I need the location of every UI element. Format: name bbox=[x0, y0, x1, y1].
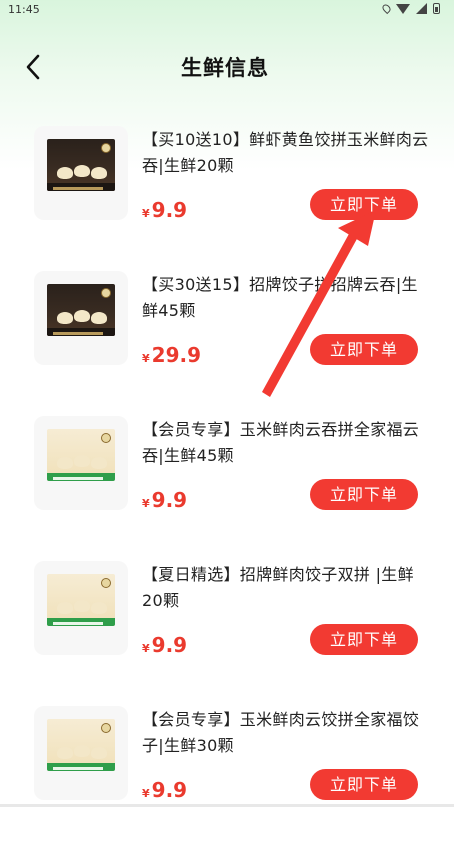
dumpling-shape bbox=[74, 310, 90, 322]
product-item[interactable]: 【会员专享】玉米鲜肉云吞拼全家福云吞|生鲜45颗 ¥9.9 立即下单 bbox=[0, 408, 454, 553]
dumpling-shape bbox=[91, 747, 107, 759]
brand-logo-icon bbox=[101, 433, 111, 443]
battery-icon bbox=[433, 3, 440, 14]
currency-symbol: ¥ bbox=[142, 352, 150, 365]
wifi-icon bbox=[396, 3, 410, 14]
order-now-button[interactable]: 立即下单 bbox=[310, 624, 418, 655]
product-name[interactable]: 【夏日精选】招牌鲜肉饺子双拼 |生鲜20颗 bbox=[142, 562, 432, 614]
price-value: 9.9 bbox=[151, 488, 188, 512]
image-caption-bar bbox=[53, 622, 103, 625]
brand-logo-icon bbox=[101, 723, 111, 733]
product-image-card[interactable] bbox=[34, 706, 128, 800]
page-title: 生鲜信息 bbox=[181, 56, 269, 80]
dumpling-shape bbox=[74, 165, 90, 177]
product-image-card[interactable] bbox=[34, 561, 128, 655]
product-image-card[interactable] bbox=[34, 271, 128, 365]
dumpling-shape bbox=[57, 747, 73, 759]
image-caption-bar bbox=[53, 332, 103, 335]
dumpling-shape bbox=[57, 167, 73, 179]
currency-symbol: ¥ bbox=[142, 642, 150, 655]
status-icons bbox=[380, 2, 440, 15]
product-image bbox=[47, 139, 115, 191]
product-price: ¥9.9 bbox=[142, 198, 187, 222]
dumpling-shape bbox=[91, 167, 107, 179]
page-header: 生鲜信息 bbox=[0, 40, 454, 94]
brand-logo-icon bbox=[101, 143, 111, 153]
order-now-button[interactable]: 立即下单 bbox=[310, 334, 418, 365]
product-name[interactable]: 【买10送10】鲜虾黄鱼饺拼玉米鲜肉云吞|生鲜20颗 bbox=[142, 127, 432, 179]
product-name[interactable]: 【会员专享】玉米鲜肉云吞拼全家福云吞|生鲜45颗 bbox=[142, 417, 432, 469]
product-price: ¥9.9 bbox=[142, 633, 187, 657]
price-value: 9.9 bbox=[151, 198, 188, 222]
dumpling-shape bbox=[91, 602, 107, 614]
product-item[interactable]: 【会员专享】玉米鲜肉云饺拼全家福饺子|生鲜30颗 ¥9.9 立即下单 bbox=[0, 698, 454, 843]
image-caption-bar bbox=[53, 187, 103, 190]
product-image-card[interactable] bbox=[34, 416, 128, 510]
currency-symbol: ¥ bbox=[142, 497, 150, 510]
dumpling-shape bbox=[74, 745, 90, 757]
dumpling-shape bbox=[74, 600, 90, 612]
product-item[interactable]: 【买30送15】招牌饺子拼招牌云吞|生鲜45颗 ¥29.9 立即下单 bbox=[0, 263, 454, 408]
brand-logo-icon bbox=[101, 288, 111, 298]
product-image bbox=[47, 429, 115, 481]
dumpling-shape bbox=[74, 455, 90, 467]
product-image bbox=[47, 574, 115, 626]
product-name[interactable]: 【买30送15】招牌饺子拼招牌云吞|生鲜45颗 bbox=[142, 272, 432, 324]
currency-symbol: ¥ bbox=[142, 207, 150, 220]
order-now-button[interactable]: 立即下单 bbox=[310, 769, 418, 800]
product-price: ¥29.9 bbox=[142, 343, 201, 367]
price-value: 29.9 bbox=[151, 343, 202, 367]
brand-logo-icon bbox=[101, 578, 111, 588]
product-image bbox=[47, 284, 115, 336]
product-name[interactable]: 【会员专享】玉米鲜肉云饺拼全家福饺子|生鲜30颗 bbox=[142, 707, 432, 759]
currency-symbol: ¥ bbox=[142, 787, 150, 800]
image-caption-bar bbox=[53, 767, 103, 770]
location-icon bbox=[380, 2, 393, 15]
dumpling-shape bbox=[91, 312, 107, 324]
order-now-button[interactable]: 立即下单 bbox=[310, 479, 418, 510]
dumpling-shape bbox=[57, 457, 73, 469]
image-caption-bar bbox=[53, 477, 103, 480]
dumpling-shape bbox=[57, 602, 73, 614]
dumpling-shape bbox=[91, 457, 107, 469]
price-value: 9.9 bbox=[151, 778, 188, 802]
signal-icon bbox=[416, 3, 427, 14]
product-image-card[interactable] bbox=[34, 126, 128, 220]
product-price: ¥9.9 bbox=[142, 778, 187, 802]
status-bar: 11:45 bbox=[0, 0, 454, 20]
status-time: 11:45 bbox=[8, 3, 40, 16]
product-item[interactable]: 【夏日精选】招牌鲜肉饺子双拼 |生鲜20颗 ¥9.9 立即下单 bbox=[0, 553, 454, 698]
order-now-button[interactable]: 立即下单 bbox=[310, 189, 418, 220]
dumpling-shape bbox=[57, 312, 73, 324]
price-value: 9.9 bbox=[151, 633, 188, 657]
product-item[interactable]: 【买10送10】鲜虾黄鱼饺拼玉米鲜肉云吞|生鲜20颗 ¥9.9 立即下单 bbox=[0, 118, 454, 263]
product-price: ¥9.9 bbox=[142, 488, 187, 512]
product-image bbox=[47, 719, 115, 771]
